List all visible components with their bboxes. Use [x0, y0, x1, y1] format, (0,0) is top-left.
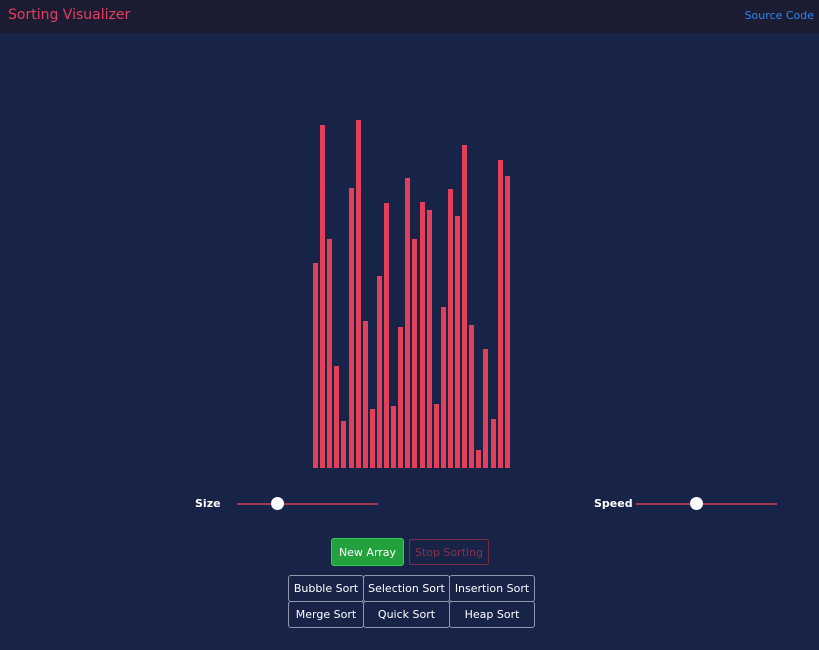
array-bar	[376, 276, 382, 468]
size-slider-track[interactable]	[237, 503, 378, 505]
array-bar	[469, 325, 475, 468]
array-bar	[391, 406, 397, 468]
array-bar	[348, 188, 354, 468]
insertion-sort-button[interactable]: Insertion Sort	[449, 575, 535, 602]
speed-slider[interactable]	[636, 497, 777, 511]
array-bar	[327, 239, 333, 468]
quick-sort-button[interactable]: Quick Sort	[363, 601, 450, 628]
heap-sort-button[interactable]: Heap Sort	[449, 601, 535, 628]
stop-sorting-button[interactable]: Stop Sorting	[409, 539, 489, 565]
array-bar	[419, 202, 425, 468]
array-bar	[384, 203, 389, 468]
array-bar	[490, 419, 496, 468]
new-array-button[interactable]: New Array	[331, 538, 404, 566]
speed-slider-thumb[interactable]	[689, 497, 703, 510]
speed-label: Speed	[594, 497, 633, 510]
selection-sort-button[interactable]: Selection Sort	[363, 575, 450, 602]
source-code-link[interactable]: Source Code	[745, 9, 814, 22]
size-label: Size	[195, 497, 221, 510]
array-bar	[362, 321, 368, 468]
merge-sort-button[interactable]: Merge Sort	[288, 601, 364, 628]
array-bar	[320, 125, 326, 468]
array-bar	[341, 421, 347, 468]
array-bar	[462, 145, 468, 468]
array-bar	[433, 404, 439, 468]
size-slider[interactable]	[237, 497, 378, 511]
array-bar	[455, 216, 460, 468]
array-bar	[412, 239, 418, 468]
array-bar	[426, 210, 432, 468]
array-bar	[355, 120, 361, 468]
array-bar	[405, 178, 411, 468]
algorithm-buttons: Bubble Sort Selection Sort Insertion Sor…	[288, 575, 535, 628]
array-bar	[313, 263, 318, 468]
array-bar	[447, 189, 453, 468]
array-bar	[440, 307, 446, 468]
array-bar	[504, 176, 510, 468]
array-bar	[369, 409, 375, 468]
array-bar	[334, 366, 340, 468]
array-bar	[497, 160, 503, 468]
speed-slider-track[interactable]	[636, 503, 777, 505]
array-bar	[483, 349, 489, 468]
size-slider-thumb[interactable]	[270, 497, 284, 510]
array-bar	[476, 450, 482, 468]
array-bars	[313, 116, 513, 468]
app-title: Sorting Visualizer	[8, 7, 131, 23]
top-bar: Sorting Visualizer Source Code	[0, 0, 819, 33]
array-bar	[398, 327, 404, 468]
bubble-sort-button[interactable]: Bubble Sort	[288, 575, 364, 602]
